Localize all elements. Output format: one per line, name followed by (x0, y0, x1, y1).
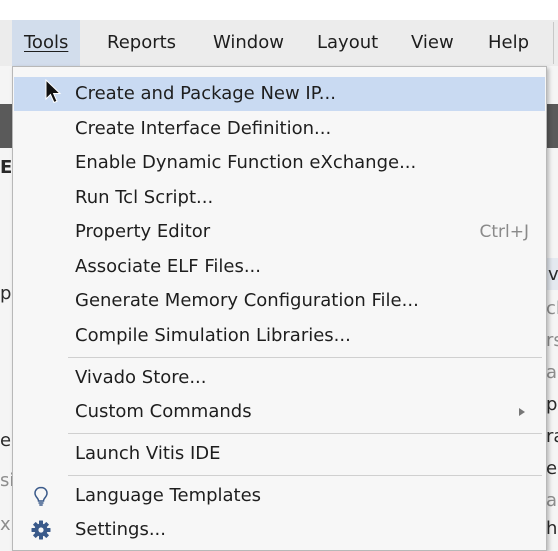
menu-item-enable-dynamic-function-exchange[interactable]: Enable Dynamic Function eXchange... (14, 146, 545, 180)
menu-window[interactable]: Window (213, 20, 284, 66)
menu-item-generate-memory-configuration-file[interactable]: Generate Memory Configuration File... (14, 284, 545, 318)
background-text-fragment: x (0, 514, 11, 535)
background-toolbar-left (0, 104, 12, 148)
menu-help-label: Help (488, 32, 530, 53)
menu-separator (68, 433, 542, 434)
menu-view[interactable]: View (411, 20, 454, 66)
menu-item-label: Vivado Store... (75, 367, 207, 388)
menu-tools[interactable]: Tools (12, 20, 81, 66)
menu-item-label: Custom Commands (75, 401, 252, 422)
background-text-fragment: er (546, 458, 558, 479)
background-text-fragment: e (0, 430, 12, 451)
menu-item-label: Compile Simulation Libraries... (75, 325, 351, 346)
menu-tools-label: Tools (24, 32, 69, 53)
window-top-strip (0, 0, 558, 20)
background-text-fragment: v (548, 264, 558, 285)
menu-item-label: Property Editor (75, 221, 211, 242)
menu-item-label: Enable Dynamic Function eXchange... (75, 152, 417, 173)
menu-item-run-tcl-script[interactable]: Run Tcl Script... (14, 181, 545, 215)
background-text-fragment: rs (546, 330, 558, 351)
menu-item-vivado-store[interactable]: Vivado Store... (14, 361, 545, 395)
background-text-fragment: cl (546, 298, 558, 319)
menu-item-compile-simulation-libraries[interactable]: Compile Simulation Libraries... (14, 319, 545, 353)
menu-separator (68, 475, 542, 476)
menu-item-label: Launch Vitis IDE (75, 443, 221, 464)
menu-item-launch-vitis-ide[interactable]: Launch Vitis IDE (14, 437, 545, 471)
background-text-fragment: si (0, 470, 12, 491)
menu-item-label: Language Templates (75, 485, 262, 506)
menu-reports-label: Reports (107, 32, 177, 53)
menu-layout[interactable]: Layout (317, 20, 378, 66)
background-text-fragment: pa (546, 394, 558, 415)
menu-item-label: Create and Package New IP... (75, 83, 336, 104)
lightbulb-icon (34, 486, 48, 506)
menu-layout-label: Layout (317, 32, 379, 53)
menubar-divider (553, 22, 554, 64)
menu-item-language-templates[interactable]: Language Templates (14, 479, 545, 513)
menu-separator (68, 357, 542, 358)
background-text-fragment: he (546, 518, 558, 539)
menu-item-create-and-package-new-ip[interactable]: Create and Package New IP... (14, 77, 545, 111)
mouse-cursor-icon (45, 79, 62, 104)
background-text-fragment: ar (546, 362, 558, 383)
menu-item-property-editor[interactable]: Property Editor Ctrl+J (14, 215, 545, 249)
menu-item-settings[interactable]: Settings... (14, 513, 545, 547)
menu-item-create-interface-definition[interactable]: Create Interface Definition... (14, 112, 545, 146)
background-text-fragment: ra (546, 426, 558, 447)
menu-reports[interactable]: Reports (107, 20, 176, 66)
menu-view-label: View (411, 32, 454, 53)
background-toolbar-right (547, 104, 558, 148)
menu-bar: Tools Reports Window Layout View Help (0, 0, 558, 66)
menu-item-label: Run Tcl Script... (75, 187, 214, 208)
menu-item-custom-commands[interactable]: Custom Commands (14, 395, 545, 429)
background-text-fragment: ar (546, 490, 558, 511)
menu-window-label: Window (213, 32, 284, 53)
menu-item-associate-elf-files[interactable]: Associate ELF Files... (14, 250, 545, 284)
gear-icon (31, 520, 51, 540)
background-text-fragment: p (0, 283, 12, 304)
menu-item-label: Settings... (75, 519, 166, 540)
menu-help[interactable]: Help (488, 20, 529, 66)
menu-item-label: Create Interface Definition... (75, 118, 332, 139)
background-text-fragment: El (0, 157, 12, 178)
menu-item-label: Associate ELF Files... (75, 256, 262, 277)
menu-item-shortcut: Ctrl+J (479, 222, 529, 242)
menu-item-label: Generate Memory Configuration File... (75, 290, 419, 311)
tools-dropdown-menu: Create and Package New IP... Create Inte… (12, 66, 547, 551)
submenu-arrow-icon (519, 408, 525, 416)
